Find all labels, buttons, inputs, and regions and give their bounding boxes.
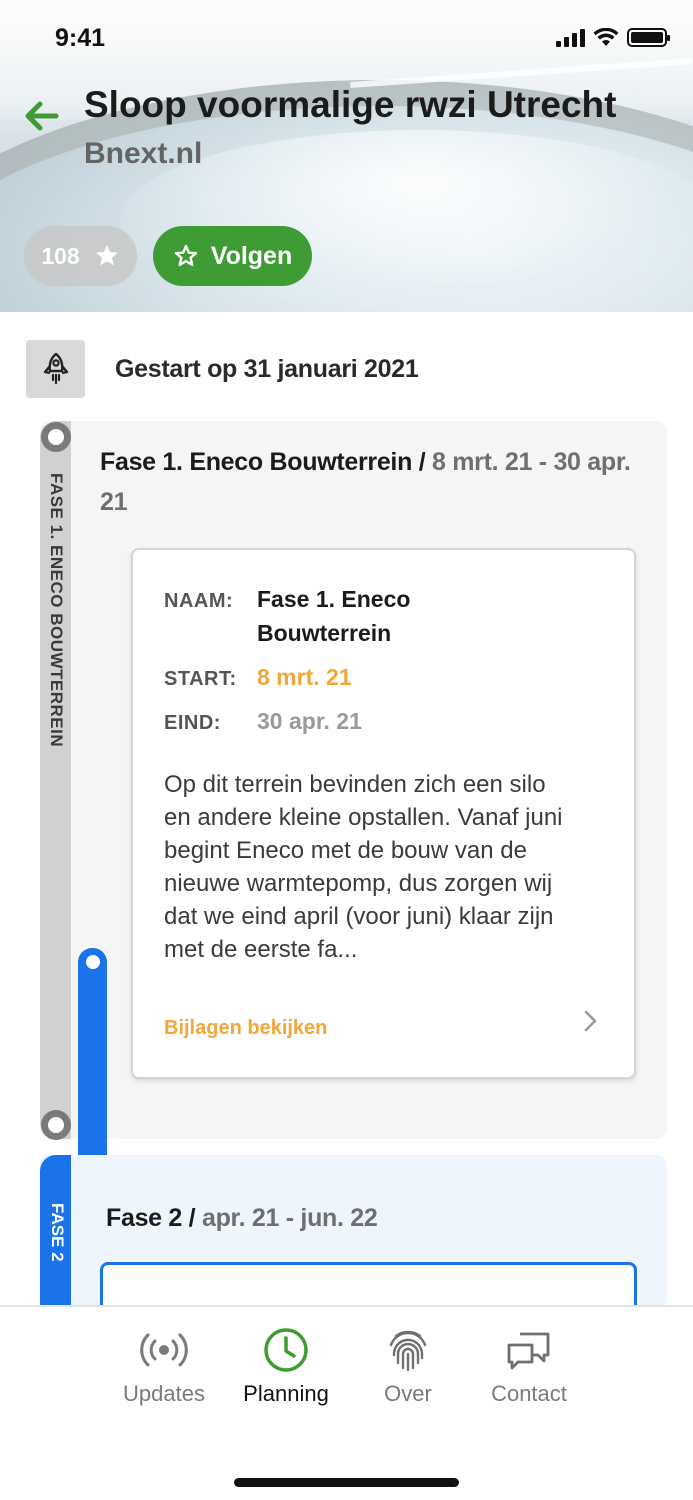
rocket-icon-box <box>26 340 85 398</box>
home-indicator <box>234 1478 459 1487</box>
star-outline-icon <box>174 244 197 267</box>
rocket-icon <box>43 352 68 385</box>
tab-contact-label: Contact <box>491 1381 567 1406</box>
page-subtitle: Bnext.nl <box>84 137 203 170</box>
phase-2-name: Fase 2 / <box>106 1204 196 1232</box>
phase-1-detail-card[interactable]: NAAM: Fase 1. Eneco Bouwterrein START: 8… <box>131 548 636 1079</box>
clock-icon <box>264 1328 308 1372</box>
start-label: START: <box>164 668 237 690</box>
tab-updates-label: Updates <box>123 1381 205 1406</box>
chevron-right-icon[interactable] <box>581 1008 601 1034</box>
status-icons <box>556 28 670 47</box>
follower-count-badge: 108 <box>24 226 137 286</box>
end-value: 30 apr. 21 <box>257 708 362 734</box>
phase-1-heading: Fase 1. Eneco Bouwterrein / 8 mrt. 21 - … <box>100 442 640 522</box>
current-progress-connector <box>78 948 107 1180</box>
page-title: Sloop voormalige rwzi Utrecht <box>84 84 617 125</box>
star-filled-icon <box>95 244 118 266</box>
phase-2-rail-label: FASE 2 <box>48 1203 67 1262</box>
wifi-icon <box>593 28 619 46</box>
status-time: 9:41 <box>55 24 106 52</box>
timeline-start: Gestart op 31 januari 2021 <box>26 340 419 398</box>
tab-bar: Updates Planning Over Contact <box>0 1305 693 1500</box>
current-position-dot <box>80 949 106 975</box>
name-value: Fase 1. Eneco Bouwterrein <box>257 586 411 646</box>
cellular-signal-icon <box>556 28 585 47</box>
end-label: EIND: <box>164 712 221 734</box>
tab-contact[interactable]: Contact <box>469 1325 589 1415</box>
follower-count: 108 <box>41 242 80 269</box>
phase-2-dates: apr. 21 - jun. 22 <box>201 1204 378 1232</box>
fingerprint-icon <box>389 1330 427 1372</box>
tab-over[interactable]: Over <box>348 1325 468 1415</box>
tab-updates[interactable]: Updates <box>104 1325 224 1415</box>
arrow-left-icon[interactable] <box>22 96 62 136</box>
phase-1-name: Fase 1. Eneco Bouwterrein / <box>100 448 426 476</box>
tab-over-label: Over <box>384 1381 432 1406</box>
start-date-text: Gestart op 31 januari 2021 <box>115 354 419 383</box>
attachments-link[interactable]: Bijlagen bekijken <box>164 1017 327 1040</box>
status-bar: 9:41 <box>0 0 693 80</box>
broadcast-icon <box>140 1333 188 1367</box>
phase-1-start-dot <box>41 422 71 452</box>
phase-1-end-dot <box>41 1110 71 1140</box>
follow-button-label: Volgen <box>210 241 293 270</box>
phase-1-rail-label: FASE 1. ENECO BOUWTERREIN <box>47 473 66 748</box>
chat-bubbles-icon <box>507 1332 550 1370</box>
tab-planning-label: Planning <box>243 1381 329 1406</box>
battery-icon <box>627 28 670 47</box>
follow-button[interactable]: Volgen <box>153 226 312 286</box>
phase-2-heading: Fase 2 / apr. 21 - jun. 22 <box>106 1200 378 1236</box>
name-label: NAAM: <box>164 590 234 612</box>
tab-planning[interactable]: Planning <box>226 1325 346 1415</box>
start-value: 8 mrt. 21 <box>257 664 352 690</box>
phase-description: Op dit terrein bevinden zich een silo en… <box>164 771 563 963</box>
